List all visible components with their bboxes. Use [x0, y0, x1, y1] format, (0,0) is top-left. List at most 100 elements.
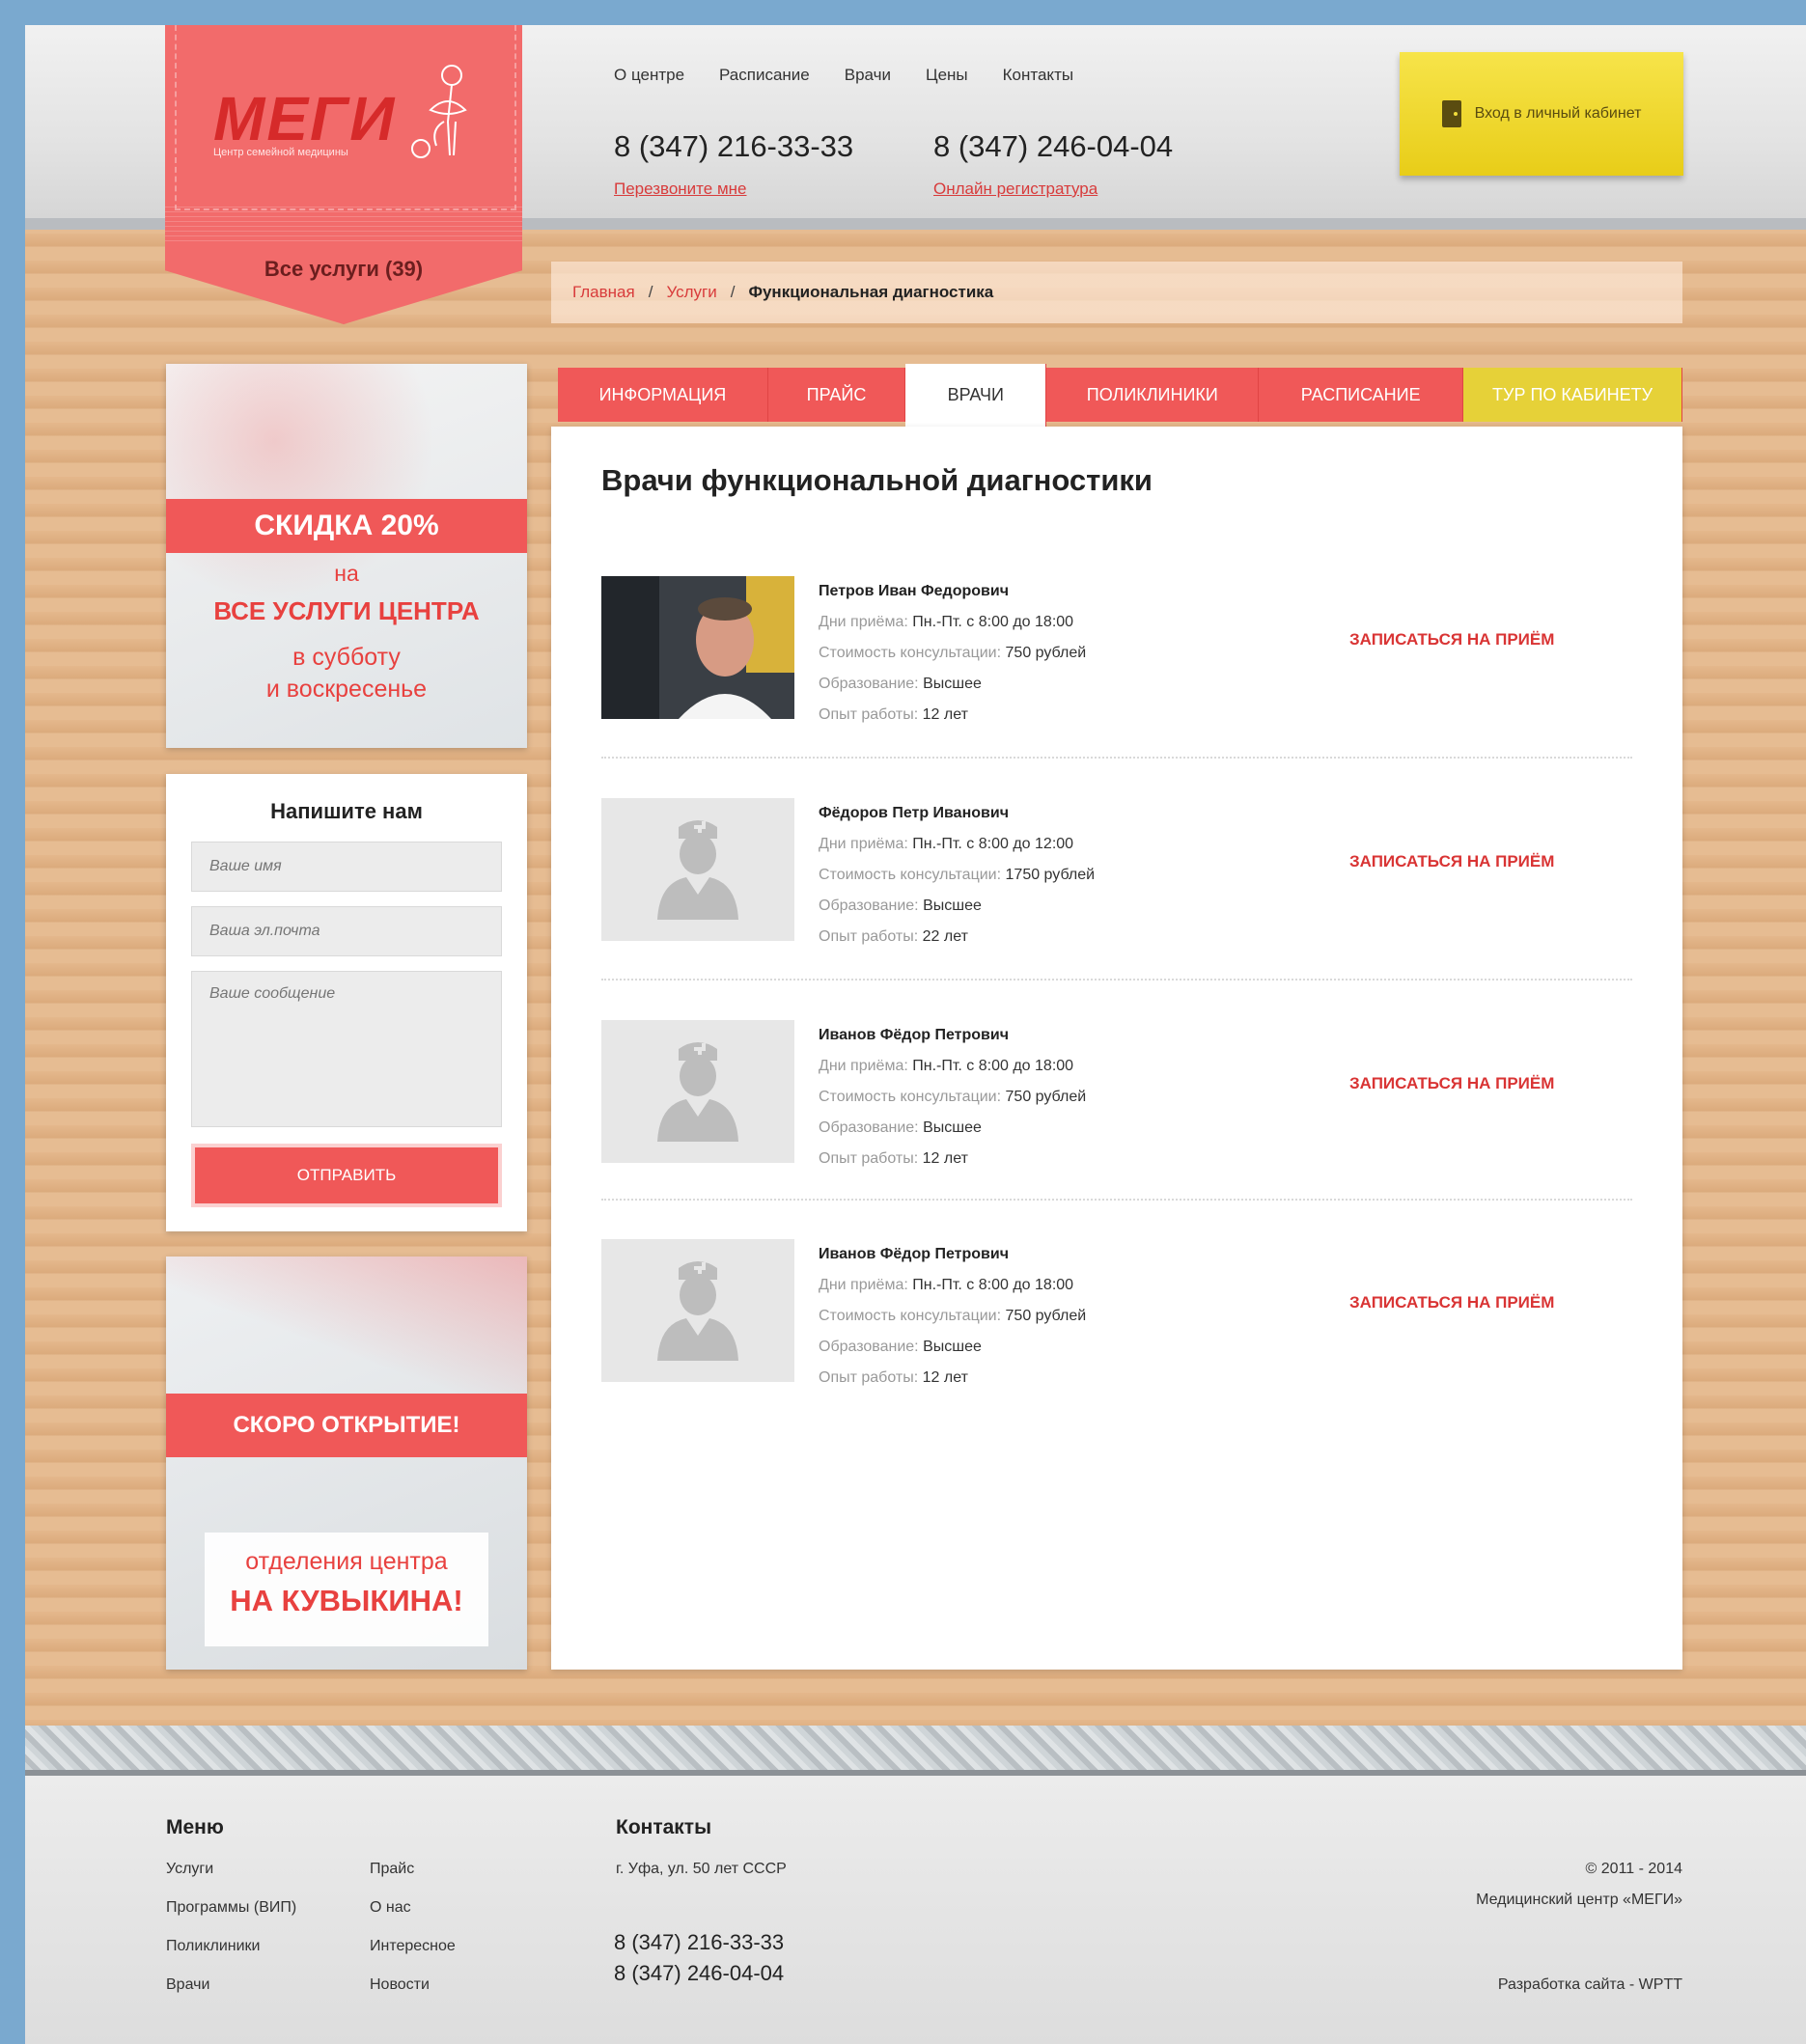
doctor-card: Иванов Фёдор Петрович Дни приёма: Пн.-Пт… [601, 1020, 1632, 1194]
nav-about[interactable]: О центре [614, 66, 684, 85]
all-services-link[interactable]: Все услуги (39) [165, 257, 522, 282]
divider [601, 757, 1632, 759]
stork-logo-icon [411, 65, 467, 158]
tab-schedule[interactable]: РАСПИСАНИЕ [1259, 368, 1464, 422]
personal-cabinet-button[interactable]: Вход в личный кабинет [1400, 52, 1683, 176]
doctor-info: Иванов Фёдор Петрович Дни приёма: Пн.-Пт… [819, 1239, 1086, 1394]
personal-cabinet-label: Вход в личный кабинет [1474, 105, 1642, 122]
promo-line-on: на [334, 561, 359, 586]
doctor-card: Иванов Фёдор Петрович Дни приёма: Пн.-Пт… [601, 1239, 1632, 1413]
nav-doctors[interactable]: Врачи [845, 66, 891, 85]
email-field[interactable] [191, 906, 502, 956]
phone-primary: 8 (347) 216-33-33 [614, 129, 854, 163]
footer-link-clinics[interactable]: Поликлиники [166, 1938, 260, 1955]
footer-link-interesting[interactable]: Интересное [370, 1938, 456, 1955]
doctor-days: Дни приёма: Пн.-Пт. с 8:00 до 18:00 [819, 1277, 1074, 1293]
doctor-info: Фёдоров Петр Иванович Дни приёма: Пн.-Пт… [819, 798, 1095, 953]
doctor-cost: Стоимость консультации: 750 рублей [819, 1089, 1087, 1105]
promo-opening-band: СКОРО ОТКРЫТИЕ! [166, 1394, 527, 1457]
doctor-cost: Стоимость консультации: 1750 рублей [819, 867, 1096, 883]
footer-link-about[interactable]: О нас [370, 1899, 411, 1917]
page: О центре Расписание Врачи Цены Контакты … [25, 25, 1806, 2044]
logo-stripes [165, 207, 522, 245]
footer-link-services[interactable]: Услуги [166, 1861, 213, 1878]
promo-line-kuvykina: НА КУВЫКИНА! [230, 1584, 463, 1617]
tab-price[interactable]: ПРАЙС [767, 368, 906, 422]
nav-prices[interactable]: Цены [926, 66, 968, 85]
promo-discount-band: СКИДКА 20% [166, 499, 527, 553]
breadcrumb-current: Функциональная диагностика [748, 283, 994, 301]
doctor-photo [601, 576, 794, 719]
footer-company-name: Медицинский центр «МЕГИ» [1476, 1892, 1682, 1908]
doctor-days: Дни приёма: Пн.-Пт. с 8:00 до 12:00 [819, 836, 1074, 852]
book-appointment-button[interactable]: ЗАПИСАТЬСЯ НА ПРИЁМ [1349, 630, 1554, 649]
doctor-info: Иванов Фёдор Петрович Дни приёма: Пн.-Пт… [819, 1020, 1086, 1174]
doctor-name: Фёдоров Петр Иванович [819, 805, 1009, 821]
doctor-info: Петров Иван Федорович Дни приёма: Пн.-Пт… [819, 576, 1086, 731]
top-nav: О центре Расписание Врачи Цены Контакты [614, 66, 1073, 85]
door-icon [1441, 100, 1461, 127]
footer-copyright: © 2011 - 2014 [1585, 1861, 1682, 1877]
nav-contacts[interactable]: Контакты [1003, 66, 1073, 85]
breadcrumb: Главная / Услуги / Функциональная диагно… [551, 262, 1682, 323]
doctors-panel: Врачи функциональной диагностики Петров … [551, 427, 1682, 1670]
promo-line-departments: отделения центра [245, 1548, 448, 1575]
nav-schedule[interactable]: Расписание [719, 66, 810, 85]
logo-text: МЕГИ [213, 84, 397, 153]
doctor-avatar-placeholder-icon [601, 1020, 794, 1163]
footer-link-vip-programs[interactable]: Программы (ВИП) [166, 1899, 296, 1917]
book-appointment-button[interactable]: ЗАПИСАТЬСЯ НА ПРИЁМ [1349, 1293, 1554, 1312]
doctor-experience: Опыт работы: 12 лет [819, 706, 968, 723]
footer-link-news[interactable]: Новости [370, 1976, 430, 1994]
tab-information[interactable]: ИНФОРМАЦИЯ [558, 368, 768, 422]
doctor-experience: Опыт работы: 12 лет [819, 1150, 968, 1167]
footer-menu-title: Меню [166, 1816, 224, 1838]
form-title: Напишите нам [270, 799, 423, 823]
footer-phone-primary: 8 (347) 216-33-33 [614, 1930, 785, 1954]
online-registration-link[interactable]: Онлайн регистратура [933, 180, 1097, 199]
footer-link-doctors[interactable]: Врачи [166, 1976, 209, 1994]
doctor-name: Петров Иван Федорович [819, 583, 1009, 599]
doctor-card: Фёдоров Петр Иванович Дни приёма: Пн.-Пт… [601, 798, 1632, 972]
footer-address: г. Уфа, ул. 50 лет СССР [616, 1861, 787, 1877]
promo-line-sunday: и воскресенье [265, 676, 428, 703]
divider [601, 1199, 1632, 1201]
promo-line-all-services: ВСЕ УСЛУГИ ЦЕНТРА [213, 596, 480, 625]
callback-link[interactable]: Перезвоните мне [614, 180, 747, 199]
doctor-days: Дни приёма: Пн.-Пт. с 8:00 до 18:00 [819, 1058, 1074, 1074]
breadcrumb-separator: / [730, 283, 736, 301]
doctor-card: Петров Иван Федорович Дни приёма: Пн.-Пт… [601, 576, 1632, 750]
opening-promo-banner[interactable]: СКОРО ОТКРЫТИЕ! отделения центра НА КУВЫ… [166, 1257, 527, 1670]
logo-banner[interactable]: МЕГИ Центр семейной медицины Все услуги … [165, 25, 522, 324]
doctor-name: Иванов Фёдор Петрович [819, 1246, 1009, 1262]
doctor-education: Образование: Высшее [819, 676, 982, 692]
name-field[interactable] [191, 842, 502, 892]
book-appointment-button[interactable]: ЗАПИСАТЬСЯ НА ПРИЁМ [1349, 852, 1554, 871]
doctor-experience: Опыт работы: 12 лет [819, 1369, 968, 1386]
footer-developer-link[interactable]: Разработка сайта - WPTT [1498, 1976, 1682, 1994]
tab-office-tour[interactable]: ТУР ПО КАБИНЕТУ [1463, 368, 1682, 422]
divider [601, 979, 1632, 981]
doctor-cost: Стоимость консультации: 750 рублей [819, 1308, 1087, 1324]
promo-text-block: на ВСЕ УСЛУГИ ЦЕНТРА в субботу и воскрес… [205, 553, 488, 734]
tab-clinics[interactable]: ПОЛИКЛИНИКИ [1046, 368, 1260, 422]
message-field[interactable] [191, 971, 502, 1127]
breadcrumb-services[interactable]: Услуги [666, 283, 716, 302]
footer-decorative-stripe [25, 1726, 1806, 1776]
phone-secondary: 8 (347) 246-04-04 [933, 129, 1174, 163]
discount-promo-banner[interactable]: СКИДКА 20% на ВСЕ УСЛУГИ ЦЕНТРА в суббот… [166, 364, 527, 748]
breadcrumb-separator: / [648, 283, 653, 301]
page-title: Врачи функциональной диагностики [601, 463, 1153, 497]
send-button[interactable]: ОТПРАВИТЬ [195, 1147, 498, 1203]
doctor-avatar-placeholder-icon [601, 798, 794, 941]
footer-contacts-title: Контакты [616, 1816, 712, 1838]
service-tabs: ИНФОРМАЦИЯ ПРАЙС ВРАЧИ ПОЛИКЛИНИКИ РАСПИ… [558, 364, 1682, 427]
footer-link-price[interactable]: Прайс [370, 1861, 414, 1878]
tab-doctors[interactable]: ВРАЧИ [905, 364, 1047, 427]
doctor-avatar-placeholder-icon [601, 1239, 794, 1382]
breadcrumb-home[interactable]: Главная [572, 283, 635, 302]
promo-text-block: отделения центра НА КУВЫКИНА! [205, 1533, 488, 1646]
footer-phone-secondary: 8 (347) 246-04-04 [614, 1961, 785, 1985]
book-appointment-button[interactable]: ЗАПИСАТЬСЯ НА ПРИЁМ [1349, 1074, 1554, 1093]
footer: Меню Услуги Программы (ВИП) Поликлиники … [25, 1776, 1806, 2044]
